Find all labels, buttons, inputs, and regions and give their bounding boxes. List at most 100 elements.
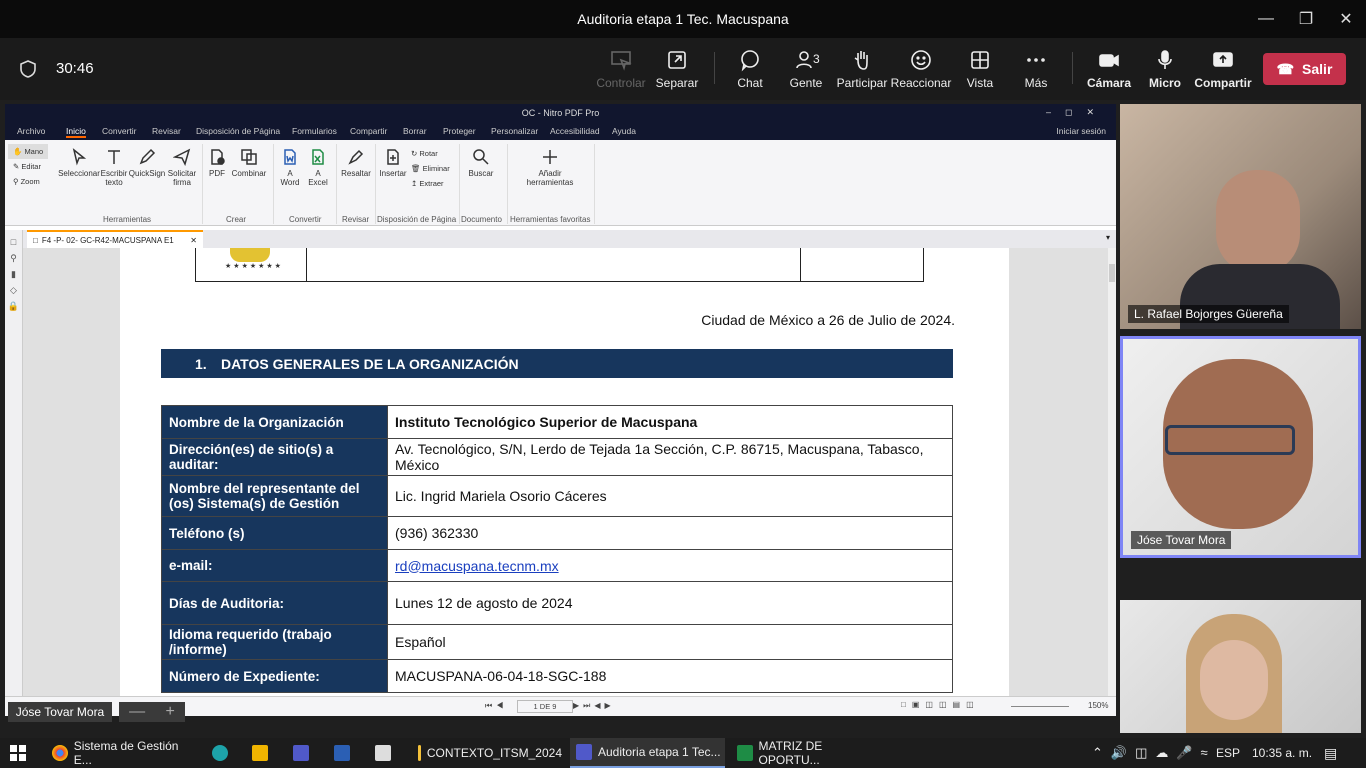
- resaltar-button[interactable]: Resaltar: [339, 148, 373, 178]
- insertar-button[interactable]: Insertar: [377, 148, 409, 178]
- menu-convertir[interactable]: Convertir: [102, 126, 136, 136]
- extraer-button[interactable]: ↥ Extraer: [411, 176, 450, 191]
- windows-taskbar: Sistema de Gestión E... CONTEXTO_ITSM_20…: [0, 738, 1366, 768]
- tool-zoom[interactable]: ⚲ Zoom: [8, 174, 48, 189]
- start-button[interactable]: [10, 738, 26, 768]
- seleccionar-button[interactable]: Seleccionar: [57, 148, 101, 178]
- page-nav-next[interactable]: ▶⏭◀▶: [573, 701, 615, 711]
- eliminar-button[interactable]: 🗑 Eliminar: [411, 161, 450, 176]
- escribir-texto-button[interactable]: Escribir texto: [99, 148, 129, 187]
- menu-personalizar[interactable]: Personalizar: [491, 126, 538, 136]
- row-value: (936) 362330: [387, 516, 953, 550]
- maximize-icon[interactable]: ❐: [1286, 0, 1326, 38]
- controlar-button[interactable]: Controlar: [592, 38, 650, 100]
- share-zoom-controls[interactable]: — +: [119, 702, 185, 722]
- tool-mano[interactable]: ✋ Mano: [8, 144, 48, 159]
- vista-label: Vista: [966, 76, 994, 90]
- nitro-titlebar: OC - Nitro PDF Pro –◻✕: [5, 104, 1116, 122]
- presenter-label: Jóse Tovar Mora: [8, 702, 112, 722]
- buscar-button[interactable]: Buscar: [465, 148, 497, 178]
- camara-button[interactable]: Cámara: [1080, 38, 1138, 100]
- taskbar-edge[interactable]: [212, 738, 234, 768]
- nitro-window-controls[interactable]: –◻✕: [1046, 107, 1108, 118]
- plus-icon: [543, 150, 557, 164]
- menu-inicio[interactable]: Inicio: [66, 126, 86, 138]
- leave-label: Salir: [1302, 61, 1333, 77]
- leave-button[interactable]: ☎ Salir: [1263, 53, 1346, 85]
- solicitar-firma-button[interactable]: Solicitar firma: [165, 148, 199, 187]
- menu-archivo[interactable]: Archivo: [17, 126, 45, 136]
- vista-button[interactable]: Vista: [951, 38, 1009, 100]
- tabs-dropdown-icon[interactable]: ▾: [1106, 233, 1110, 242]
- menu-borrar[interactable]: Borrar: [403, 126, 427, 136]
- participant-tile-active[interactable]: Jóse Tovar Mora: [1120, 336, 1361, 558]
- nitro-menu: Archivo Inicio Convertir Revisar Disposi…: [5, 122, 1116, 140]
- zoom-in-icon[interactable]: +: [165, 703, 174, 721]
- panel-icons[interactable]: □ ⚲ ▮ ◇ 🔒: [5, 230, 22, 314]
- word-icon: [334, 745, 350, 761]
- pdf-button[interactable]: PDF: [205, 148, 229, 178]
- participar-button[interactable]: Participar: [833, 38, 891, 100]
- separar-button[interactable]: Separar: [648, 38, 706, 100]
- taskbar-teams-meeting[interactable]: Auditoria etapa 1 Tec...: [570, 738, 725, 768]
- menu-compartir[interactable]: Compartir: [350, 126, 387, 136]
- taskbar-store[interactable]: [252, 738, 274, 768]
- people-count: 3: [813, 52, 820, 66]
- micro-button[interactable]: Micro: [1136, 38, 1194, 100]
- menu-revisar[interactable]: Revisar: [152, 126, 181, 136]
- vertical-scrollbar[interactable]: [1108, 248, 1116, 696]
- close-icon[interactable]: ✕: [1326, 0, 1366, 38]
- zoom-slider[interactable]: [1011, 706, 1069, 707]
- zoom-out-icon[interactable]: —: [129, 703, 145, 721]
- header-cell: [800, 248, 924, 282]
- anadir-herramientas-button[interactable]: Añadir herramientas: [525, 148, 575, 187]
- participant-tile[interactable]: L. Rafael Bojorges Güereña: [1120, 104, 1361, 329]
- clock[interactable]: 10:35 a. m.: [1252, 738, 1312, 768]
- quicksign-label: QuickSign: [128, 169, 166, 178]
- chat-button[interactable]: Chat: [721, 38, 779, 100]
- quicksign-button[interactable]: QuickSign: [129, 148, 165, 178]
- taskbar-chrome[interactable]: Sistema de Gestión E...: [48, 738, 198, 768]
- highlighter-icon: [348, 149, 364, 165]
- toolbar-divider: [714, 52, 715, 84]
- raise-hand-icon: [854, 51, 868, 70]
- page-indicator[interactable]: 1 DE 9: [517, 700, 573, 713]
- participant-name: Jóse Tovar Mora: [1131, 531, 1232, 549]
- taskbar-word[interactable]: [334, 738, 356, 768]
- menu-formularios[interactable]: Formularios: [292, 126, 337, 136]
- rotar-button[interactable]: ↻ Rotar: [411, 146, 450, 161]
- a-excel-button[interactable]: A Excel: [305, 148, 331, 187]
- notifications-button[interactable]: ▤: [1324, 738, 1337, 768]
- email-link[interactable]: rd@macuspana.tecnm.mx: [387, 549, 953, 582]
- minimize-icon[interactable]: —: [1246, 0, 1286, 38]
- language-indicator[interactable]: ESP: [1216, 738, 1240, 768]
- taskbar-teams-app[interactable]: [293, 738, 315, 768]
- document-viewport[interactable]: ★★★★★★★ Ciudad de México a 26 de Julio d…: [23, 248, 1108, 696]
- gente-button[interactable]: Gente 3: [777, 38, 835, 100]
- combinar-button[interactable]: Combinar: [231, 148, 267, 178]
- system-tray[interactable]: ⌃🔊◫☁🎤≈: [1092, 738, 1216, 768]
- menu-disposicion[interactable]: Disposición de Página: [196, 126, 280, 136]
- escribir-texto-label: Escribir texto: [100, 169, 128, 187]
- menu-proteger[interactable]: Proteger: [443, 126, 476, 136]
- page-nav-prev[interactable]: ⏮◀: [485, 701, 507, 711]
- participant-video: [1216, 170, 1300, 274]
- taskbar-mail[interactable]: [375, 738, 397, 768]
- menu-ayuda[interactable]: Ayuda: [612, 126, 636, 136]
- tool-editar[interactable]: ✎ Editar: [8, 159, 48, 174]
- taskbar-folder[interactable]: CONTEXTO_ITSM_2024: [412, 738, 562, 768]
- taskbar-excel[interactable]: MATRIZ DE OPORTU...: [733, 738, 883, 768]
- close-tab-icon[interactable]: ✕: [190, 236, 197, 245]
- menu-accesibilidad[interactable]: Accesibilidad: [550, 126, 600, 136]
- scroll-thumb[interactable]: [1109, 264, 1115, 282]
- combine-icon: [241, 149, 257, 165]
- participant-tile[interactable]: [1120, 600, 1361, 733]
- compartir-button[interactable]: Compartir: [1194, 38, 1252, 100]
- reaccionar-button[interactable]: Reaccionar: [891, 38, 951, 100]
- document-tab[interactable]: □ F4 -P- 02- GC-R42-MACUSPANA E1 ✕: [27, 230, 203, 248]
- edge-icon: [212, 745, 228, 761]
- view-mode-icons[interactable]: □▣◫◫▤◫: [901, 700, 980, 709]
- signin-link[interactable]: Iniciar sesión: [1056, 126, 1106, 136]
- a-word-button[interactable]: A Word: [277, 148, 303, 187]
- mas-button[interactable]: Más: [1007, 38, 1065, 100]
